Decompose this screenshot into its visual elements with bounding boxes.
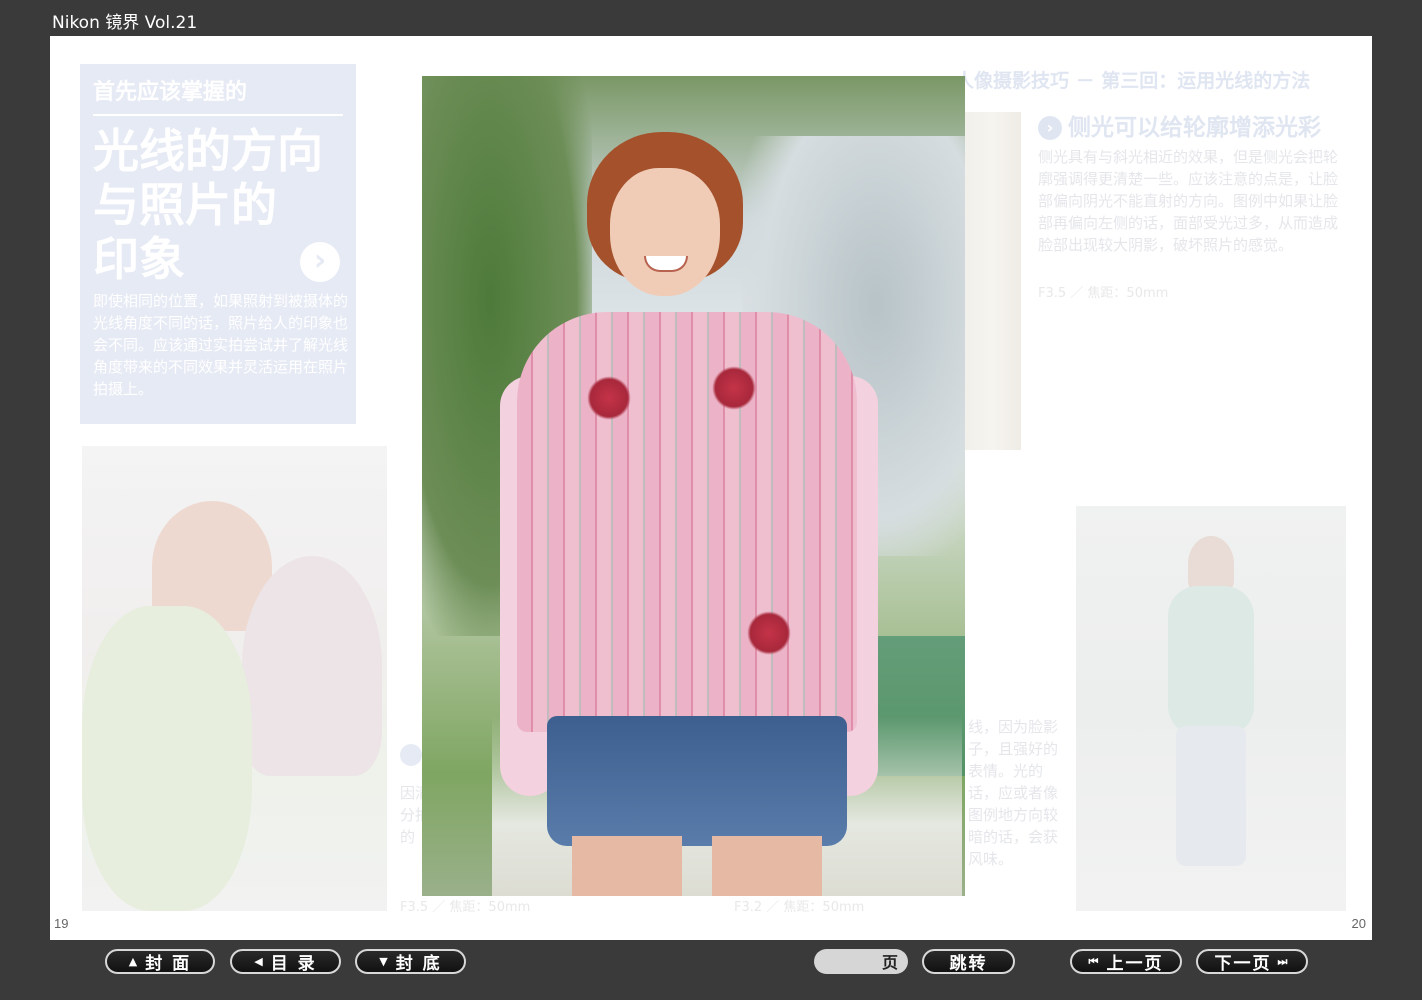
back-cover-button[interactable]: ▼ 封 底 bbox=[355, 949, 466, 974]
photo-embroidery bbox=[712, 366, 756, 410]
intro-kicker: 首先应该掌握的 bbox=[93, 80, 248, 105]
intro-heading-line: 光线的方向 bbox=[93, 124, 323, 178]
photo-leg-right bbox=[712, 836, 822, 896]
faded-bullet-icon bbox=[400, 744, 422, 766]
intro-divider bbox=[93, 114, 343, 116]
intro-box: 首先应该掌握的 光线的方向 与照片的 印象 › 即使相同的位置，如果照射到被摄体… bbox=[80, 64, 356, 424]
page-suffix-label: 页 bbox=[881, 953, 898, 972]
page-number-input[interactable]: 页 bbox=[814, 949, 908, 974]
prev-label: 上一页 bbox=[1106, 954, 1164, 974]
window-title: Nikon 镜界 Vol.21 bbox=[52, 13, 198, 33]
photo-embroidery bbox=[587, 376, 631, 420]
photo-leg-left bbox=[572, 836, 682, 896]
ghost-body bbox=[1168, 586, 1254, 736]
main-portrait-photo[interactable] bbox=[422, 76, 965, 896]
cover-button[interactable]: ▲ 封 面 bbox=[105, 949, 215, 974]
faded-text-right: 线，因为脸影子，且强好的表情。光的话，应或者像图例地方向较暗的话，会获风味。 bbox=[968, 718, 1059, 868]
prev-page-button[interactable]: ⏮ 上一页 bbox=[1070, 949, 1182, 974]
up-triangle-icon: ▲ bbox=[128, 955, 140, 968]
ghost-body bbox=[242, 556, 382, 776]
chevron-right-icon: › bbox=[1038, 116, 1062, 140]
photo-meta: F3.2 ／ 焦距：50mm bbox=[734, 900, 865, 915]
jump-label: 跳转 bbox=[949, 954, 988, 974]
intro-body: 即使相同的位置，如果照射到被摄体的光线角度不同的话，照片给人的印象也会不同。应该… bbox=[93, 292, 349, 398]
page-number-right: 20 bbox=[1351, 916, 1366, 931]
down-triangle-icon: ▼ bbox=[379, 955, 390, 968]
section-body: 侧光具有与斜光相近的效果，但是侧光会把轮廓强调得更清楚一些。应该注意的点是，让脸… bbox=[1038, 148, 1339, 254]
next-page-button[interactable]: 下一页 ⏭ bbox=[1196, 949, 1308, 974]
intro-heading-line: 与照片的 bbox=[93, 178, 277, 232]
ghost-legs bbox=[1176, 726, 1246, 866]
series-title: 人像摄影技巧 － 第三回：运用光线的方法 bbox=[955, 70, 1311, 92]
ghost-plants bbox=[82, 606, 252, 911]
faded-photo-right bbox=[1076, 506, 1346, 911]
photo-shorts bbox=[547, 716, 847, 846]
photo-meta: F3.5 ／ 焦距：50mm bbox=[1038, 286, 1169, 301]
left-triangle-icon: ◀ bbox=[254, 955, 265, 968]
section-heading-text: 侧光可以给轮廓增添光彩 bbox=[1068, 115, 1321, 141]
next-label: 下一页 bbox=[1214, 954, 1272, 974]
photo-meta: F3.5 ／ 焦距：50mm bbox=[400, 900, 531, 915]
ghost-head bbox=[1188, 536, 1234, 592]
magazine-spread: 首先应该掌握的 光线的方向 与照片的 印象 › 即使相同的位置，如果照射到被摄体… bbox=[50, 36, 1372, 940]
page-number-left: 19 bbox=[54, 916, 69, 931]
faded-photo-strip bbox=[965, 112, 1021, 450]
photo-embroidery bbox=[747, 611, 791, 655]
back-cover-label: 封 底 bbox=[395, 954, 442, 974]
photo-face bbox=[610, 168, 720, 296]
toc-button[interactable]: ◀ 目 录 bbox=[230, 949, 341, 974]
faded-photo-left bbox=[82, 446, 387, 911]
jump-button[interactable]: 跳转 bbox=[922, 949, 1015, 974]
skip-back-icon: ⏮ bbox=[1088, 954, 1101, 968]
cover-label: 封 面 bbox=[145, 954, 192, 974]
skip-forward-icon: ⏭ bbox=[1277, 954, 1290, 968]
toc-label: 目 录 bbox=[270, 954, 317, 974]
photo-shirt bbox=[517, 312, 857, 732]
section-heading: › 侧光可以给轮廓增添光彩 bbox=[1038, 108, 1321, 142]
chevron-right-icon: › bbox=[300, 242, 340, 282]
